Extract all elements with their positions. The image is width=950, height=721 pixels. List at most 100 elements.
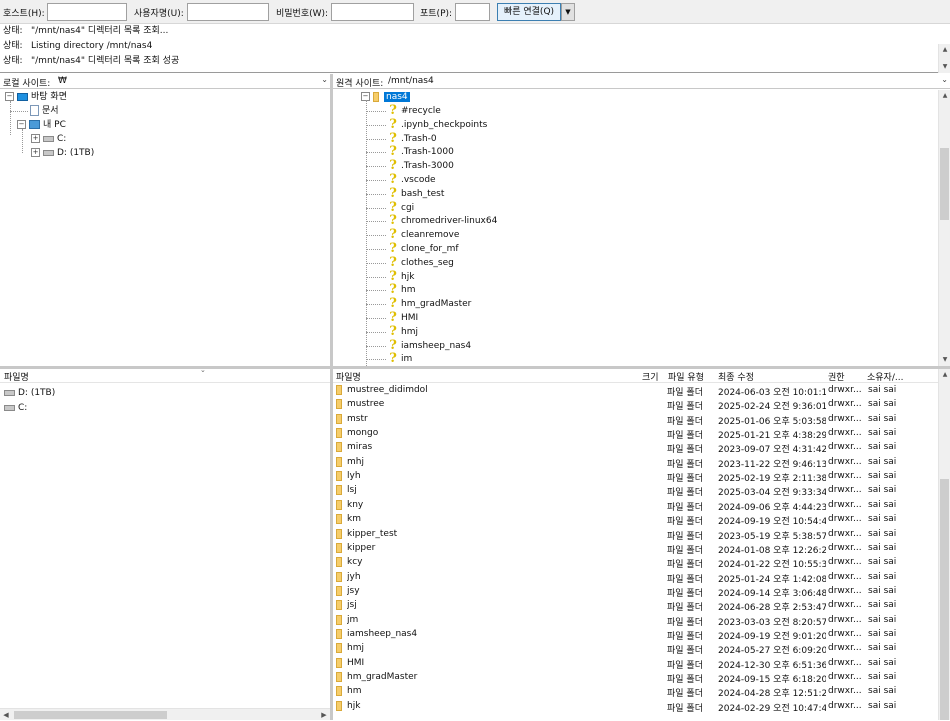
expand-icon[interactable]: + (31, 148, 40, 157)
table-row[interactable]: mustree 파일 폴더 2025-02-24 오전 9:36:01 drwxr..… (332, 398, 936, 412)
table-row[interactable]: kcy 파일 폴더 2024-01-22 오전 10:55:33 drwxr... sa… (332, 556, 936, 570)
file-owner: sai sai (868, 385, 897, 395)
scroll-thumb[interactable] (940, 479, 949, 720)
file-modified: 2023-09-07 오전 4:31:42 (718, 445, 826, 456)
folder-icon (336, 657, 342, 668)
table-row[interactable]: hm_gradMaster 파일 폴더 2024-09-15 오후 6:18:20 d… (332, 671, 936, 685)
column-type[interactable]: 파일 유형 (668, 370, 704, 383)
column-size[interactable]: 크기 (642, 370, 659, 383)
file-permissions: drwxr... (828, 428, 862, 439)
tree-node-folder[interactable]: ? HMI (388, 311, 418, 325)
table-row[interactable]: kny 파일 폴더 2024-09-06 오후 4:44:23 drwxr... sai… (332, 499, 936, 513)
column-filename[interactable]: 파일명 (336, 370, 361, 383)
tree-node-folder[interactable]: ? .ipynb_checkpoints (388, 118, 487, 132)
file-permissions: drwxr... (828, 686, 862, 697)
tree-node-folder[interactable]: ? clone_for_mf (388, 242, 458, 256)
table-row[interactable]: mongo 파일 폴더 2025-01-21 오후 4:38:29 drwxr... s… (332, 427, 936, 441)
file-permissions: drwxr... (828, 413, 862, 424)
scroll-up-icon[interactable]: ▲ (939, 44, 950, 56)
folder-icon (336, 413, 342, 424)
tree-node-folder[interactable]: ? .vscode (388, 173, 435, 187)
list-item[interactable]: D: (1TB) (4, 386, 55, 400)
tree-node-folder[interactable]: ? cleanremove (388, 228, 459, 242)
tree-node-documents[interactable]: 문서 (30, 104, 59, 118)
username-input[interactable] (187, 3, 269, 21)
table-row[interactable]: km 파일 폴더 2024-09-19 오전 10:54:41 drwxr... sai… (332, 513, 936, 527)
table-row[interactable]: HMI 파일 폴더 2024-12-30 오후 6:51:36 drwxr... sai… (332, 657, 936, 671)
column-permissions[interactable]: 권한 (828, 370, 845, 383)
collapse-icon[interactable]: − (5, 92, 14, 101)
expand-icon[interactable]: + (31, 134, 40, 143)
folder-icon (336, 499, 342, 510)
tree-node-folder[interactable]: ? bash_test (388, 187, 444, 201)
chevron-down-icon[interactable]: ⌄ (941, 75, 948, 84)
password-input[interactable] (331, 3, 414, 21)
local-tree: − 바탕 화면 문서 − 내 PC + C: + D: (1TB) (0, 90, 330, 366)
file-modified: 2024-01-22 오전 10:55:33 (718, 560, 826, 571)
file-permissions: drwxr... (828, 442, 862, 453)
file-modified: 2024-09-15 오후 6:18:20 (718, 675, 826, 685)
tree-node-nas4[interactable]: − nas4 (361, 90, 410, 104)
tree-node-folder[interactable]: ? chromedriver-linux64 (388, 214, 497, 228)
quickconnect-button[interactable]: 빠른 연결(Q) (497, 3, 561, 21)
tree-node-folder[interactable]: ? hmj (388, 325, 418, 339)
tree-node-folder[interactable]: ? iamsheep_nas4 (388, 339, 471, 353)
tree-node-folder[interactable]: ? clothes_seg (388, 256, 454, 270)
file-name: mstr (347, 413, 368, 424)
table-row[interactable]: jsj 파일 폴더 2024-06-28 오후 2:53:47 drwxr... sai… (332, 599, 936, 613)
local-list-hscrollbar[interactable]: ◀ ▶ (0, 708, 330, 720)
table-row[interactable]: lyh 파일 폴더 2025-02-19 오후 2:11:38 drwxr... sai… (332, 470, 936, 484)
scroll-up-icon[interactable]: ▲ (939, 369, 950, 381)
chevron-down-icon[interactable]: ⌄ (321, 75, 328, 84)
tree-node-folder[interactable]: ? .Trash-1000 (388, 145, 454, 159)
local-path-bar: 로컬 사이트: ₩ ⌄ (0, 74, 330, 89)
local-path-input[interactable]: ₩ (58, 76, 67, 86)
file-permissions: drwxr... (828, 585, 862, 596)
host-input[interactable] (47, 3, 127, 21)
table-row[interactable]: hm 파일 폴더 2024-04-28 오후 12:51:26 drwxr... sai… (332, 685, 936, 699)
scroll-down-icon[interactable]: ▼ (939, 61, 950, 73)
table-row[interactable]: kipper_test 파일 폴더 2023-05-19 오후 5:38:57 drw… (332, 528, 936, 542)
tree-node-folder[interactable]: ? #recycle (388, 104, 441, 118)
chevron-down-icon[interactable]: ▼ (561, 3, 575, 21)
scroll-thumb[interactable] (14, 711, 167, 719)
list-item[interactable]: C: (4, 401, 27, 415)
tree-node-d-drive[interactable]: + D: (1TB) (31, 146, 94, 160)
table-row[interactable]: lsj 파일 폴더 2025-03-04 오전 9:33:34 drwxr... sai… (332, 484, 936, 498)
file-permissions: drwxr... (828, 485, 862, 496)
table-row[interactable]: iamsheep_nas4 파일 폴더 2024-09-19 오전 9:01:20 d… (332, 628, 936, 642)
table-row[interactable]: kipper 파일 폴더 2024-01-08 오후 12:26:22 drwxr..… (332, 542, 936, 556)
table-row[interactable]: jyh 파일 폴더 2025-01-24 오후 1:42:08 drwxr... sai… (332, 571, 936, 585)
remote-list-scrollbar[interactable]: ▲ (938, 369, 950, 720)
scroll-right-icon[interactable]: ▶ (318, 709, 330, 721)
scroll-left-icon[interactable]: ◀ (0, 709, 12, 721)
table-row[interactable]: hjk 파일 폴더 2024-02-29 오전 10:47:48 drwxr... sa… (332, 700, 936, 714)
scroll-up-icon[interactable]: ▲ (939, 90, 950, 102)
table-row[interactable]: jm 파일 폴더 2023-03-03 오전 8:20:57 drwxr... sai … (332, 614, 936, 628)
tree-node-c-drive[interactable]: + C: (31, 132, 66, 146)
tree-node-folder[interactable]: ? .Trash-3000 (388, 159, 454, 173)
tree-node-desktop[interactable]: − 바탕 화면 (5, 90, 67, 104)
file-modified: 2025-01-24 오후 1:42:08 (718, 574, 826, 585)
tree-node-mypc[interactable]: − 내 PC (17, 118, 66, 132)
log-scrollbar[interactable]: ▲ ▼ (938, 44, 950, 73)
column-modified[interactable]: 최종 수정 (718, 370, 754, 383)
table-row[interactable]: mustree_didimdol 파일 폴더 2024-06-03 오전 10:01… (332, 384, 936, 398)
collapse-icon[interactable]: − (17, 120, 26, 129)
scroll-thumb[interactable] (940, 148, 949, 220)
file-type: 파일 폴더 (667, 517, 703, 528)
table-row[interactable]: hmj 파일 폴더 2024-05-27 오전 6:09:20 drwxr... sai… (332, 642, 936, 656)
table-row[interactable]: mstr 파일 폴더 2025-01-06 오후 5:03:58 drwxr... sa… (332, 413, 936, 427)
table-row[interactable]: jsy 파일 폴더 2024-09-14 오후 3:06:48 drwxr... sai… (332, 585, 936, 599)
remote-tree-scrollbar[interactable]: ▲ ▼ (938, 90, 950, 366)
table-row[interactable]: miras 파일 폴더 2023-09-07 오전 4:31:42 drwxr... s… (332, 441, 936, 455)
column-filename[interactable]: 파일명 (4, 370, 29, 383)
tree-node-folder[interactable]: ? hm_gradMaster (388, 297, 471, 311)
tree-node-folder[interactable]: ? im (388, 352, 412, 366)
remote-path-input[interactable]: /mnt/nas4 (388, 76, 434, 86)
port-input[interactable] (455, 3, 490, 21)
table-row[interactable]: mhj 파일 폴더 2023-11-22 오전 9:46:13 drwxr... sai… (332, 456, 936, 470)
scroll-down-icon[interactable]: ▼ (939, 354, 950, 366)
column-owner[interactable]: 소유자/... (867, 370, 903, 383)
unknown-folder-icon: ? (389, 116, 397, 132)
